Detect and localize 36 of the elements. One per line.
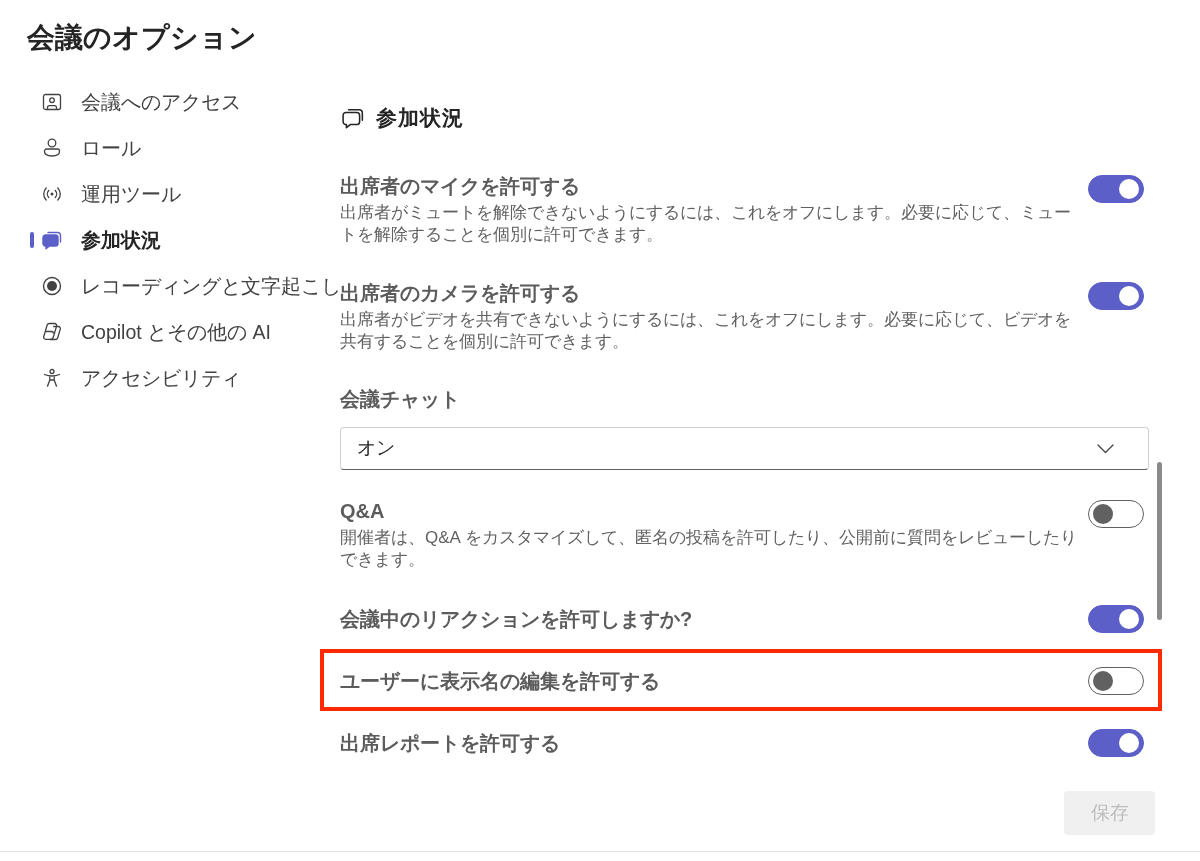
toggle-switch[interactable]: [1088, 667, 1144, 695]
sidebar-item[interactable]: 参加状況: [42, 227, 161, 253]
record-icon: [42, 276, 62, 296]
contact-card-icon: [42, 92, 62, 112]
section-heading: 参加状況: [376, 105, 464, 131]
setting-title: 出席者のマイクを許可する: [340, 174, 581, 199]
sidebar-item[interactable]: レコーディングと文字起こし: [42, 273, 341, 299]
person-icon: [42, 138, 62, 158]
setting-description: 開催者は、Q&A をカスタマイズして、匿名の投稿を許可したり、公開前に質問をレビューしたりできます。: [340, 527, 1078, 571]
toggle-switch[interactable]: [1088, 282, 1144, 310]
setting-description: 出席者がビデオを共有できないようにするには、これをオフにします。必要に応じて、ビデオを共有することを個別に許可できます。: [340, 309, 1072, 353]
scrollbar[interactable]: [1157, 462, 1162, 620]
chat-bubbles-icon: [342, 107, 364, 129]
setting-title: 会議中のリアクションを許可しますか?: [340, 607, 694, 632]
toggle-switch[interactable]: [1088, 605, 1144, 633]
sidebar-item[interactable]: 運用ツール: [42, 181, 181, 207]
sidebar-item[interactable]: Copilot とその他の AI: [42, 319, 271, 345]
dropdown[interactable]: オン: [340, 427, 1149, 470]
setting-description: 出席者がミュートを解除できないようにするには、これをオフにします。必要に応じて、ミュートを解除することを個別に許可できます。: [340, 202, 1072, 246]
chevron-down-icon: [1097, 443, 1114, 454]
setting-title: ユーザーに表示名の編集を許可する: [340, 669, 661, 694]
sidebar-item[interactable]: アクセシビリティ: [42, 365, 241, 391]
chat-bubbles-icon: [42, 230, 62, 250]
toggle-switch[interactable]: [1088, 175, 1144, 203]
interlocking-logo-icon: [42, 322, 62, 342]
sidebar-item[interactable]: 会議へのアクセス: [42, 89, 241, 115]
toggle-switch[interactable]: [1088, 500, 1144, 528]
accessibility-icon: [42, 368, 62, 388]
setting-title: 出席レポートを許可する: [340, 731, 561, 756]
page-title: 会議のオプション: [27, 21, 257, 55]
sidebar-item[interactable]: ロール: [42, 135, 141, 161]
setting-title: Q&A: [340, 499, 386, 524]
toggle-switch[interactable]: [1088, 729, 1144, 757]
setting-title: 出席者のカメラを許可する: [340, 281, 581, 306]
setting-title: 会議チャット: [340, 387, 461, 412]
broadcast-icon: [42, 184, 62, 204]
